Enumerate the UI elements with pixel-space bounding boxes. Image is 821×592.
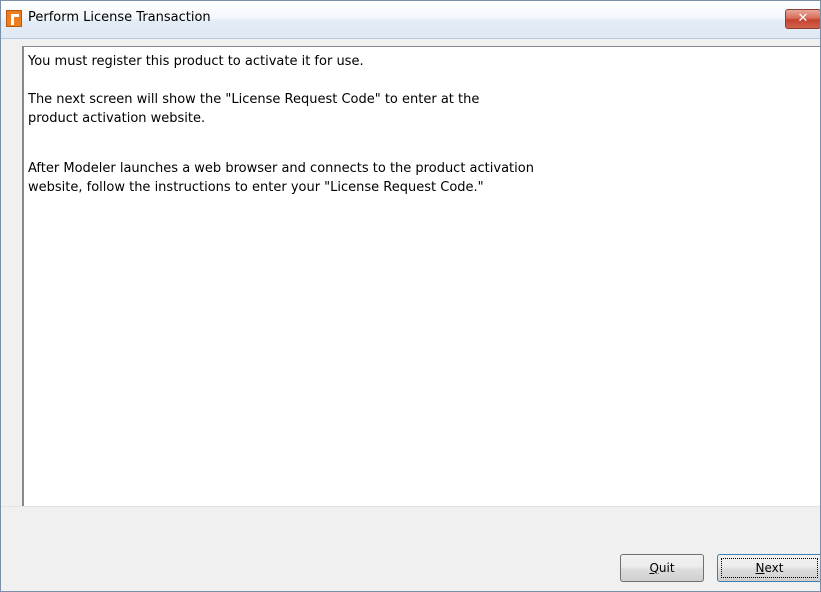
message-line-3: product activation website. [28, 111, 206, 126]
message-line-5: website, follow the instructions to ente… [28, 180, 484, 195]
message-line-1: You must register this product to activa… [28, 54, 364, 69]
message-panel: You must register this product to activa… [22, 46, 820, 506]
title-bar[interactable]: Perform License Transaction ✕ [1, 1, 820, 39]
message-line-4: After Modeler launches a web browser and… [28, 161, 534, 176]
close-button[interactable]: ✕ [785, 9, 820, 29]
license-dialog-window: Perform License Transaction ✕ You must r… [0, 0, 821, 592]
quit-label: uit [658, 561, 675, 575]
close-icon: ✕ [797, 11, 809, 26]
modeler-app-icon [6, 10, 22, 27]
next-button[interactable]: Next [717, 554, 820, 582]
next-label: ext [764, 561, 784, 575]
next-mnemonic: N [755, 561, 765, 575]
message-line-2: The next screen will show the "License R… [28, 92, 480, 107]
footer-divider [1, 506, 820, 507]
quit-mnemonic: Q [649, 561, 659, 575]
quit-button[interactable]: Quit [620, 554, 704, 582]
window-title: Perform License Transaction [28, 10, 211, 25]
